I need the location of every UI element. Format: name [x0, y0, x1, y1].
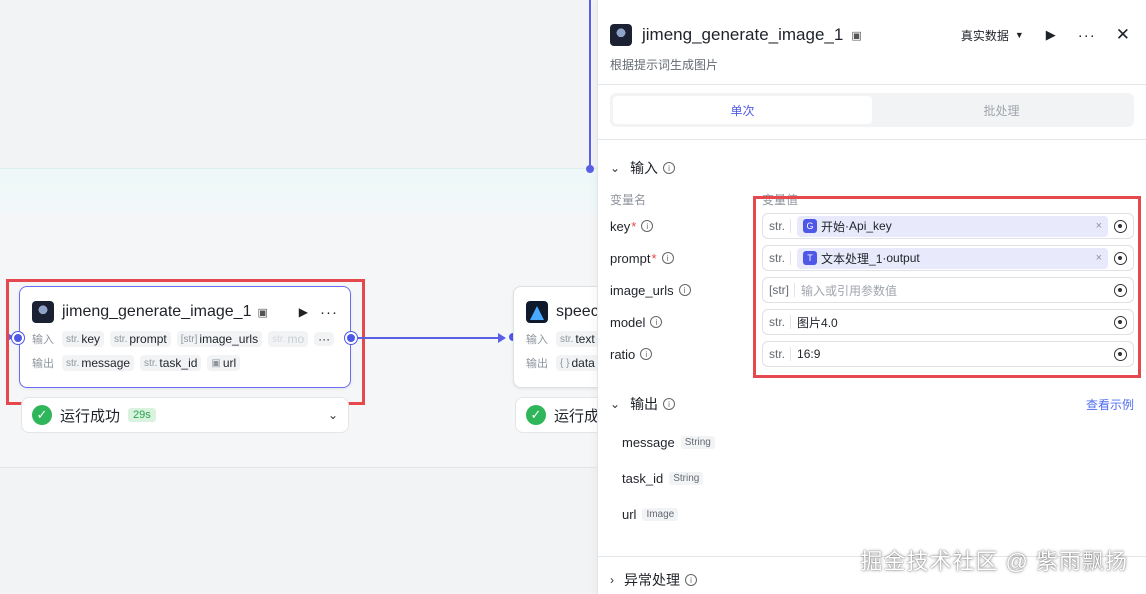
image-urls-input: 输入或引用参数值 — [801, 283, 898, 298]
run-mode-tabs: 单次 批处理 — [610, 93, 1134, 127]
panel-description: 根据提示词生成图片 — [610, 58, 719, 72]
node-title: speec — [556, 303, 599, 320]
param-value-image-urls[interactable]: [str] 输入或引用参数值 — [762, 277, 1134, 303]
sticker-icon: ▣ — [851, 29, 862, 42]
speech-logo-icon — [526, 301, 548, 323]
input-chip-image-urls: [str] image_urls — [176, 331, 263, 347]
output-row-message: message String — [598, 424, 1146, 460]
text-process-node-icon: T — [803, 251, 818, 265]
output-row-url: url Image — [598, 496, 1146, 532]
start-node-icon: G — [803, 219, 818, 233]
check-circle-icon: ✓ — [32, 405, 52, 425]
remove-reference-icon[interactable]: × — [1096, 252, 1102, 264]
group-header-band — [0, 168, 600, 214]
data-mode-select[interactable]: 真实数据 ▼ — [961, 27, 1024, 44]
connection-line-vertical — [589, 0, 591, 170]
run-node-button[interactable]: ▶ — [299, 305, 308, 319]
reference-chip[interactable]: T 文本处理_1 · output × — [797, 247, 1108, 269]
node-output-port[interactable] — [345, 332, 357, 344]
reference-picker-icon[interactable] — [1114, 347, 1127, 361]
output-chip-url: ▣ url — [207, 355, 241, 371]
input-column-headers: 变量名 变量值 — [610, 192, 799, 207]
node-detail-panel: jimeng_generate_image_1 ▣ 真实数据 ▼ ▶ ··· ✕ … — [597, 0, 1146, 594]
run-button[interactable]: ▶ — [1046, 27, 1056, 43]
param-value-prompt[interactable]: str. T 文本处理_1 · output × — [762, 245, 1134, 271]
tab-single[interactable]: 单次 — [613, 96, 872, 124]
chevron-down-icon: ⌄ — [610, 161, 621, 175]
node-inputs-row: 输入 str. key str. prompt [str] image_urls st… — [20, 327, 350, 351]
status-text: 运行成 — [554, 407, 600, 425]
input-chip-model: str. mo — [268, 331, 309, 347]
model-input: 图片4.0 — [797, 315, 838, 330]
node-jimeng-generate-image[interactable]: jimeng_generate_image_1 ▣ ▶ ··· 输入 str. k… — [19, 286, 351, 388]
more-button[interactable]: ··· — [1078, 27, 1096, 44]
reference-picker-icon[interactable] — [1114, 283, 1127, 297]
reference-picker-icon[interactable] — [1114, 251, 1127, 265]
chevron-down-icon[interactable]: ⌄ — [328, 408, 338, 422]
input-chip-text: str. text — [556, 331, 599, 347]
param-row-prompt: prompt * i str. T 文本处理_1 · output × — [598, 242, 1146, 274]
jimeng-logo-icon — [32, 301, 54, 323]
ratio-input: 16:9 — [797, 347, 821, 361]
info-icon: i — [663, 162, 676, 174]
param-row-image-urls: image_urls i [str] 输入或引用参数值 — [598, 274, 1146, 306]
view-example-link[interactable]: 查看示例 — [1086, 396, 1134, 413]
node-edge — [357, 337, 499, 339]
node-input-port[interactable] — [12, 332, 24, 344]
outputs-label: 输出 — [32, 358, 54, 370]
node-title: jimeng_generate_image_1 — [62, 303, 252, 320]
check-circle-icon: ✓ — [526, 405, 546, 425]
tab-batch[interactable]: 批处理 — [872, 96, 1131, 124]
sticker-icon: ▣ — [257, 306, 268, 319]
output-chip-data: { } data — [556, 355, 599, 371]
close-icon[interactable]: ✕ — [1116, 25, 1130, 45]
reference-chip[interactable]: G 开始 · Api_key × — [797, 215, 1108, 237]
output-section-header[interactable]: ⌄ 输出 i 查看示例 — [598, 384, 1146, 424]
output-chip-task-id: str. task_id — [140, 355, 202, 371]
section-title: 输出 — [630, 396, 659, 412]
info-icon: i — [641, 220, 654, 232]
time-badge: 29s — [128, 408, 156, 422]
section-title: 异常处理 — [624, 572, 680, 588]
info-icon: i — [678, 284, 691, 296]
output-row-task-id: task_id String — [598, 460, 1146, 496]
input-section-header[interactable]: ⌄ 输入 i — [598, 148, 1146, 188]
info-icon: i — [685, 574, 697, 586]
watermark: 掘金技术社区 @ 紫雨飘扬 — [860, 549, 1128, 574]
param-value-ratio[interactable]: str. 16:9 — [762, 341, 1134, 367]
param-row-key: key * i str. G 开始 · Api_key × — [598, 210, 1146, 242]
output-chip-message: str. message — [62, 355, 135, 371]
inputs-label: 输入 — [32, 334, 54, 346]
node-outputs-row: 输出 str. message str. task_id ▣ url — [20, 351, 350, 375]
edge-arrow — [498, 333, 506, 343]
info-icon: i — [650, 316, 663, 328]
param-value-model[interactable]: str. 图片4.0 — [762, 309, 1134, 335]
reference-picker-icon[interactable] — [1114, 315, 1127, 329]
chevron-right-icon: › — [610, 573, 614, 587]
input-chip-key: str. key — [62, 331, 105, 347]
param-row-model: model i str. 图片4.0 — [598, 306, 1146, 338]
info-icon: i — [661, 252, 674, 264]
inputs-label: 输入 — [526, 334, 548, 346]
jimeng-logo-icon — [610, 24, 632, 46]
reference-picker-icon[interactable] — [1114, 219, 1127, 233]
param-row-ratio: ratio i str. 16:9 — [598, 338, 1146, 370]
outputs-label: 输出 — [526, 358, 548, 370]
input-chip-prompt: str. prompt — [110, 331, 171, 347]
param-value-key[interactable]: str. G 开始 · Api_key × — [762, 213, 1134, 239]
info-icon: i — [640, 348, 653, 360]
status-text: 运行成功 — [60, 407, 121, 425]
connection-dot — [586, 165, 594, 173]
panel-title: jimeng_generate_image_1 — [642, 25, 844, 44]
caret-down-icon: ▼ — [1014, 30, 1024, 40]
info-icon: i — [663, 398, 676, 410]
chevron-down-icon: ⌄ — [610, 397, 621, 411]
run-status-bar[interactable]: ✓ 运行成功 29s ⌄ — [21, 397, 349, 433]
image-icon: ▣ — [211, 357, 221, 369]
node-more-button[interactable]: ··· — [320, 304, 338, 321]
inputs-more-button[interactable]: ··· — [314, 332, 335, 346]
remove-reference-icon[interactable]: × — [1096, 220, 1102, 232]
section-title: 输入 — [630, 160, 659, 176]
